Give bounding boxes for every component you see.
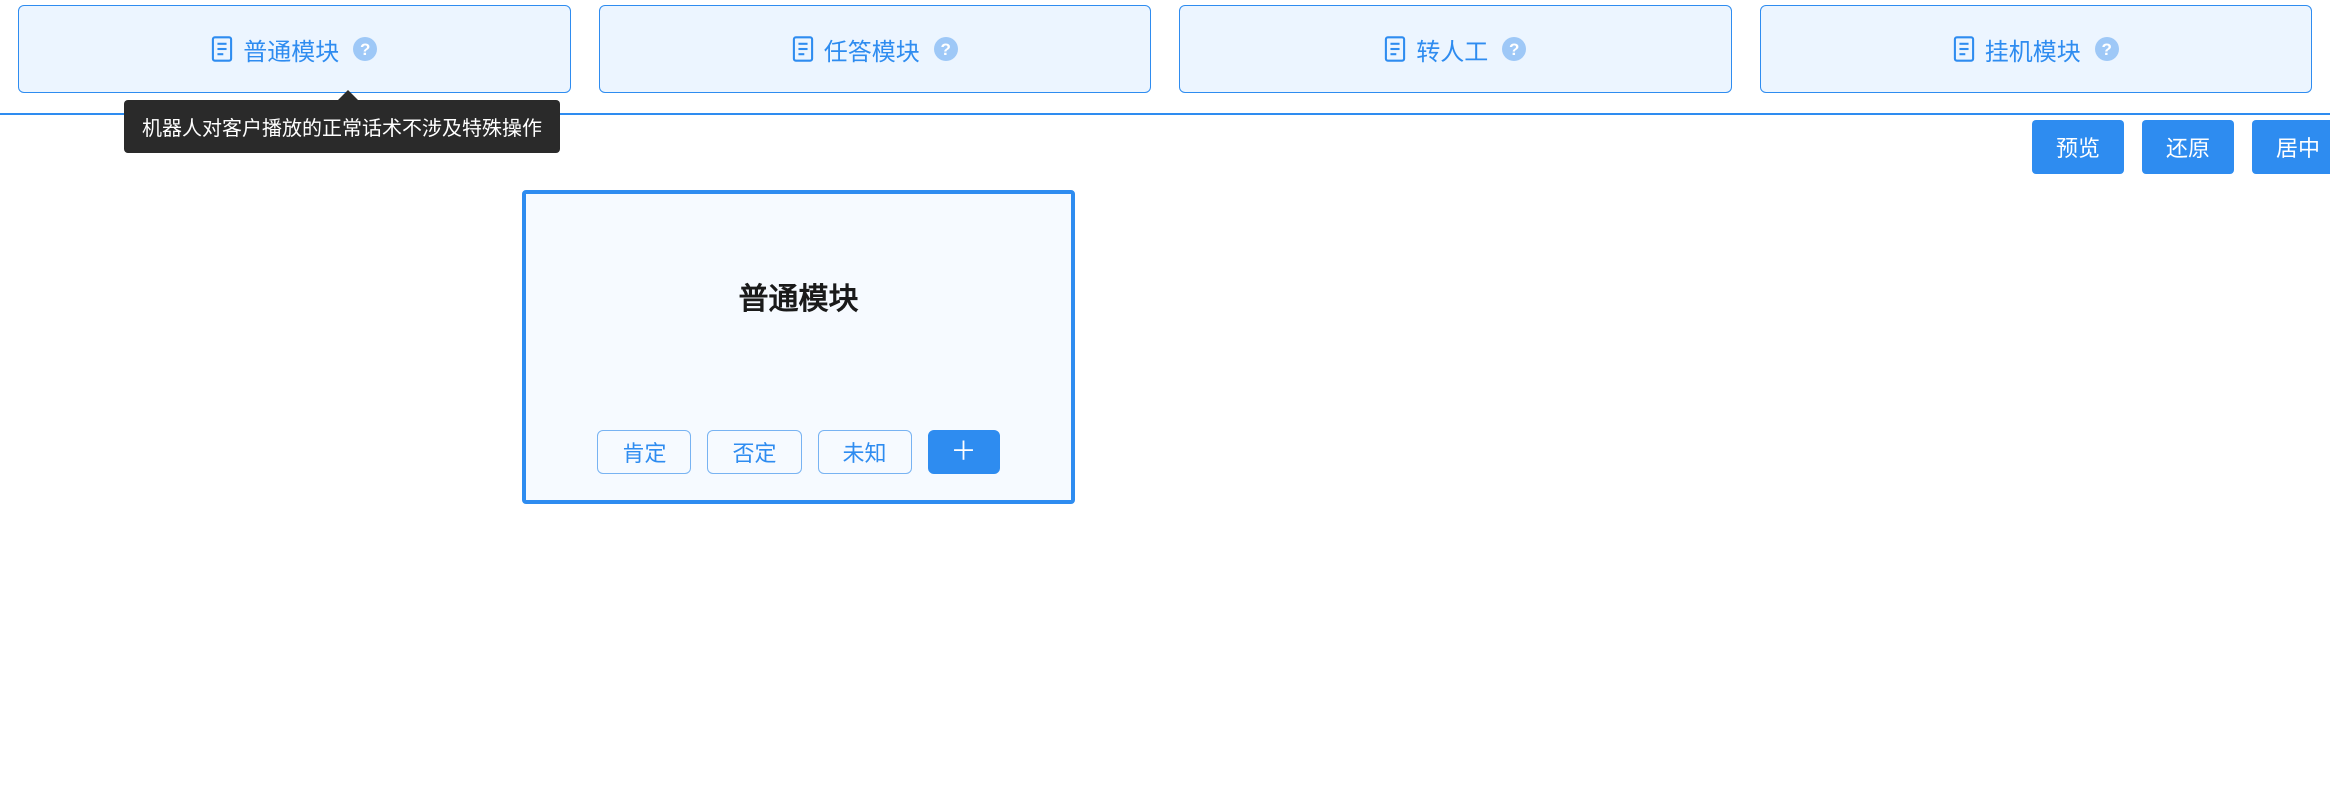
preview-button[interactable]: 预览 — [2032, 120, 2124, 174]
document-icon — [1384, 36, 1406, 62]
help-icon[interactable]: ? — [1502, 37, 1526, 61]
center-button[interactable]: 居中 — [2252, 120, 2330, 174]
module-tabs: 普通模块 ? 任答模块 ? 转人工 ? 挂机模块 ? — [0, 0, 2330, 93]
tab-normal-module[interactable]: 普通模块 ? — [18, 5, 571, 93]
document-icon — [211, 36, 233, 62]
document-icon — [1953, 36, 1975, 62]
node-tag-row: 肯定 否定 未知 ＋ — [526, 430, 1071, 474]
document-icon — [792, 36, 814, 62]
tag-positive[interactable]: 肯定 — [597, 430, 691, 474]
tab-hangup-module[interactable]: 挂机模块 ? — [1760, 5, 2313, 93]
help-icon[interactable]: ? — [353, 37, 377, 61]
tooltip-normal-module: 机器人对客户播放的正常话术不涉及特殊操作 — [124, 100, 560, 153]
tab-label: 普通模块 — [243, 32, 339, 67]
tag-negative[interactable]: 否定 — [707, 430, 801, 474]
action-bar: 预览 还原 居中 — [2032, 120, 2330, 174]
tab-label: 挂机模块 — [1985, 32, 2081, 67]
node-title: 普通模块 — [739, 274, 859, 318]
tab-transfer-manual[interactable]: 转人工 ? — [1179, 5, 1732, 93]
add-tag-button[interactable]: ＋ — [928, 430, 1000, 474]
help-icon[interactable]: ? — [934, 37, 958, 61]
tooltip-text: 机器人对客户播放的正常话术不涉及特殊操作 — [142, 118, 542, 140]
restore-button[interactable]: 还原 — [2142, 120, 2234, 174]
flow-node-normal-module[interactable]: 普通模块 肯定 否定 未知 ＋ — [522, 190, 1075, 504]
tab-label: 任答模块 — [824, 32, 920, 67]
help-icon[interactable]: ? — [2095, 37, 2119, 61]
tab-answer-module[interactable]: 任答模块 ? — [599, 5, 1152, 93]
tag-unknown[interactable]: 未知 — [818, 430, 912, 474]
tab-label: 转人工 — [1416, 32, 1488, 67]
